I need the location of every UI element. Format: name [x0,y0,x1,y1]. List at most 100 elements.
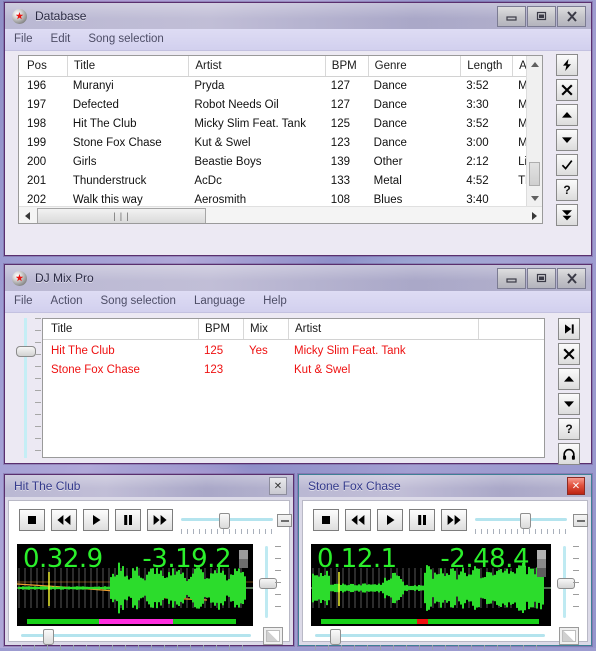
database-table-body[interactable]: 196 Muranyi Pryda 127 Dance 3:52 M 197 Defected R… [19,77,542,223]
column-header-artist[interactable]: Artist [288,319,478,339]
djmixpro-listview[interactable]: Title BPM Mix Artist Hit The Club 125 Yes M… [42,318,545,458]
skip-to-end-icon[interactable] [558,318,580,340]
djmixpro-toolbar[interactable]: ? [558,318,580,465]
table-row[interactable]: Stone Fox Chase 123 Kut & Swel [43,361,544,380]
table-row[interactable]: 201 Thunderstruck AcDc 133 Metal 4:52 Th [19,172,542,191]
player-right-aux-button[interactable] [573,514,588,527]
player-right-window[interactable]: Stone Fox Chase ✕ 0.12.1 -2.48.4 [298,474,592,650]
help-icon[interactable]: ? [558,418,580,440]
player-left-titlebar[interactable]: Hit The Club ✕ [5,475,293,497]
database-titlebar[interactable]: Database [5,3,591,29]
vertical-scroll-thumb[interactable] [529,162,540,186]
move-up-icon[interactable] [558,368,580,390]
column-header-title[interactable]: Title [66,56,189,76]
help-icon[interactable]: ? [556,179,578,201]
close-button[interactable] [557,5,586,27]
playlist-table-body[interactable]: Hit The Club 125 Yes Micky Slim Feat. Tank S… [43,340,544,380]
lightning-icon[interactable] [556,54,578,76]
close-x-icon[interactable] [556,79,578,101]
rewind-button[interactable] [51,509,77,531]
scroll-down-button[interactable] [527,190,542,206]
column-header-artist[interactable]: Artist [188,56,324,76]
database-horizontal-scrollbar[interactable]: ||| [19,206,542,223]
close-x-icon[interactable] [558,343,580,365]
menu-action[interactable]: Action [42,291,92,312]
table-row[interactable]: 200 Girls Beastie Boys 139 Other 2:12 Li [19,153,542,172]
menu-song-selection[interactable]: Song selection [92,291,185,312]
slider-thumb[interactable] [219,513,230,529]
database-toolbar[interactable]: ? [556,54,578,226]
player-left-position-slider[interactable] [181,513,273,535]
table-row[interactable]: 196 Muranyi Pryda 127 Dance 3:52 M [19,77,542,96]
stop-button[interactable] [19,509,45,531]
minimize-button[interactable] [497,5,526,27]
mix-position-rail[interactable] [16,318,42,458]
scroll-right-button[interactable] [526,207,542,223]
database-listview[interactable]: Pos Title Artist BPM Genre Length Al 196… [18,55,543,224]
close-button[interactable] [557,267,586,289]
move-up-icon[interactable] [556,104,578,126]
player-left-resize-button[interactable] [263,627,283,645]
djmixpro-menubar[interactable]: File Action Song selection Language Help [5,291,591,313]
slider-thumb[interactable] [520,513,531,529]
scroll-up-button[interactable] [527,56,542,72]
menu-language[interactable]: Language [185,291,254,312]
player-left-waveform[interactable]: 0.32.9 -3.19.2 [17,544,253,616]
menu-file[interactable]: File [5,29,42,50]
playlist-table-header[interactable]: Title BPM Mix Artist [43,319,544,340]
column-header-extra[interactable] [478,319,538,339]
player-right-waveform[interactable]: 0.12.1 -2.48.4 [311,544,551,616]
database-menubar[interactable]: File Edit Song selection [5,29,591,51]
player-left-pitch-slider[interactable] [259,546,285,618]
checkmark-icon[interactable] [556,154,578,176]
menu-file[interactable]: File [5,291,42,312]
rewind-button[interactable] [345,509,371,531]
stop-button[interactable] [313,509,339,531]
slider-thumb[interactable] [43,629,54,645]
player-left-cue-bar[interactable] [17,616,253,626]
djmixpro-window[interactable]: DJ Mix Pro File Action Song selection La… [4,264,592,465]
move-down-icon[interactable] [556,129,578,151]
column-header-title[interactable]: Title [43,319,198,339]
database-vertical-scrollbar[interactable] [526,56,542,206]
menu-help[interactable]: Help [254,291,296,312]
table-row[interactable]: Hit The Club 125 Yes Micky Slim Feat. Tank [43,342,544,361]
slider-thumb[interactable] [330,629,341,645]
player-right-titlebar[interactable]: Stone Fox Chase ✕ [299,475,591,497]
column-header-bpm[interactable]: BPM [198,319,243,339]
player-right-position-slider[interactable] [475,513,567,535]
player-right-close-button[interactable]: ✕ [567,477,585,495]
pause-button[interactable] [409,509,435,531]
forward-button[interactable] [147,509,173,531]
database-window-controls[interactable] [497,5,586,27]
column-header-bpm[interactable]: BPM [324,56,368,76]
play-button[interactable] [377,509,403,531]
column-header-mix[interactable]: Mix [243,319,288,339]
player-right-pitch-slider[interactable] [557,546,583,618]
player-left-window[interactable]: Hit The Club ✕ 0.32.9 -3.19.2 [4,474,294,650]
maximize-button[interactable] [527,267,556,289]
database-table-header[interactable]: Pos Title Artist BPM Genre Length Al [19,56,542,77]
database-window[interactable]: Database File Edit Song selection Pos Ti… [4,2,592,256]
column-header-pos[interactable]: Pos [19,56,67,76]
table-row[interactable]: 198 Hit The Club Micky Slim Feat. Tank 125 D… [19,115,542,134]
player-left-close-button[interactable]: ✕ [269,477,287,495]
djmixpro-titlebar[interactable]: DJ Mix Pro [5,265,591,291]
forward-button[interactable] [441,509,467,531]
menu-edit[interactable]: Edit [42,29,80,50]
pause-button[interactable] [115,509,141,531]
horizontal-scroll-thumb[interactable]: ||| [37,208,206,223]
djmixpro-window-controls[interactable] [497,267,586,289]
table-row[interactable]: 199 Stone Fox Chase Kut & Swel 123 Dance 3:00… [19,134,542,153]
minimize-button[interactable] [497,267,526,289]
menu-song-selection[interactable]: Song selection [79,29,172,50]
player-right-resize-button[interactable] [559,627,579,645]
table-row[interactable]: 197 Defected Robot Needs Oil 127 Dance 3:30 M [19,96,542,115]
player-right-transport[interactable] [313,509,467,531]
move-down-icon[interactable] [558,393,580,415]
maximize-button[interactable] [527,5,556,27]
player-left-transport[interactable] [19,509,173,531]
player-left-aux-button[interactable] [277,514,292,527]
move-to-end-icon[interactable] [556,204,578,226]
headphones-icon[interactable] [558,443,580,465]
